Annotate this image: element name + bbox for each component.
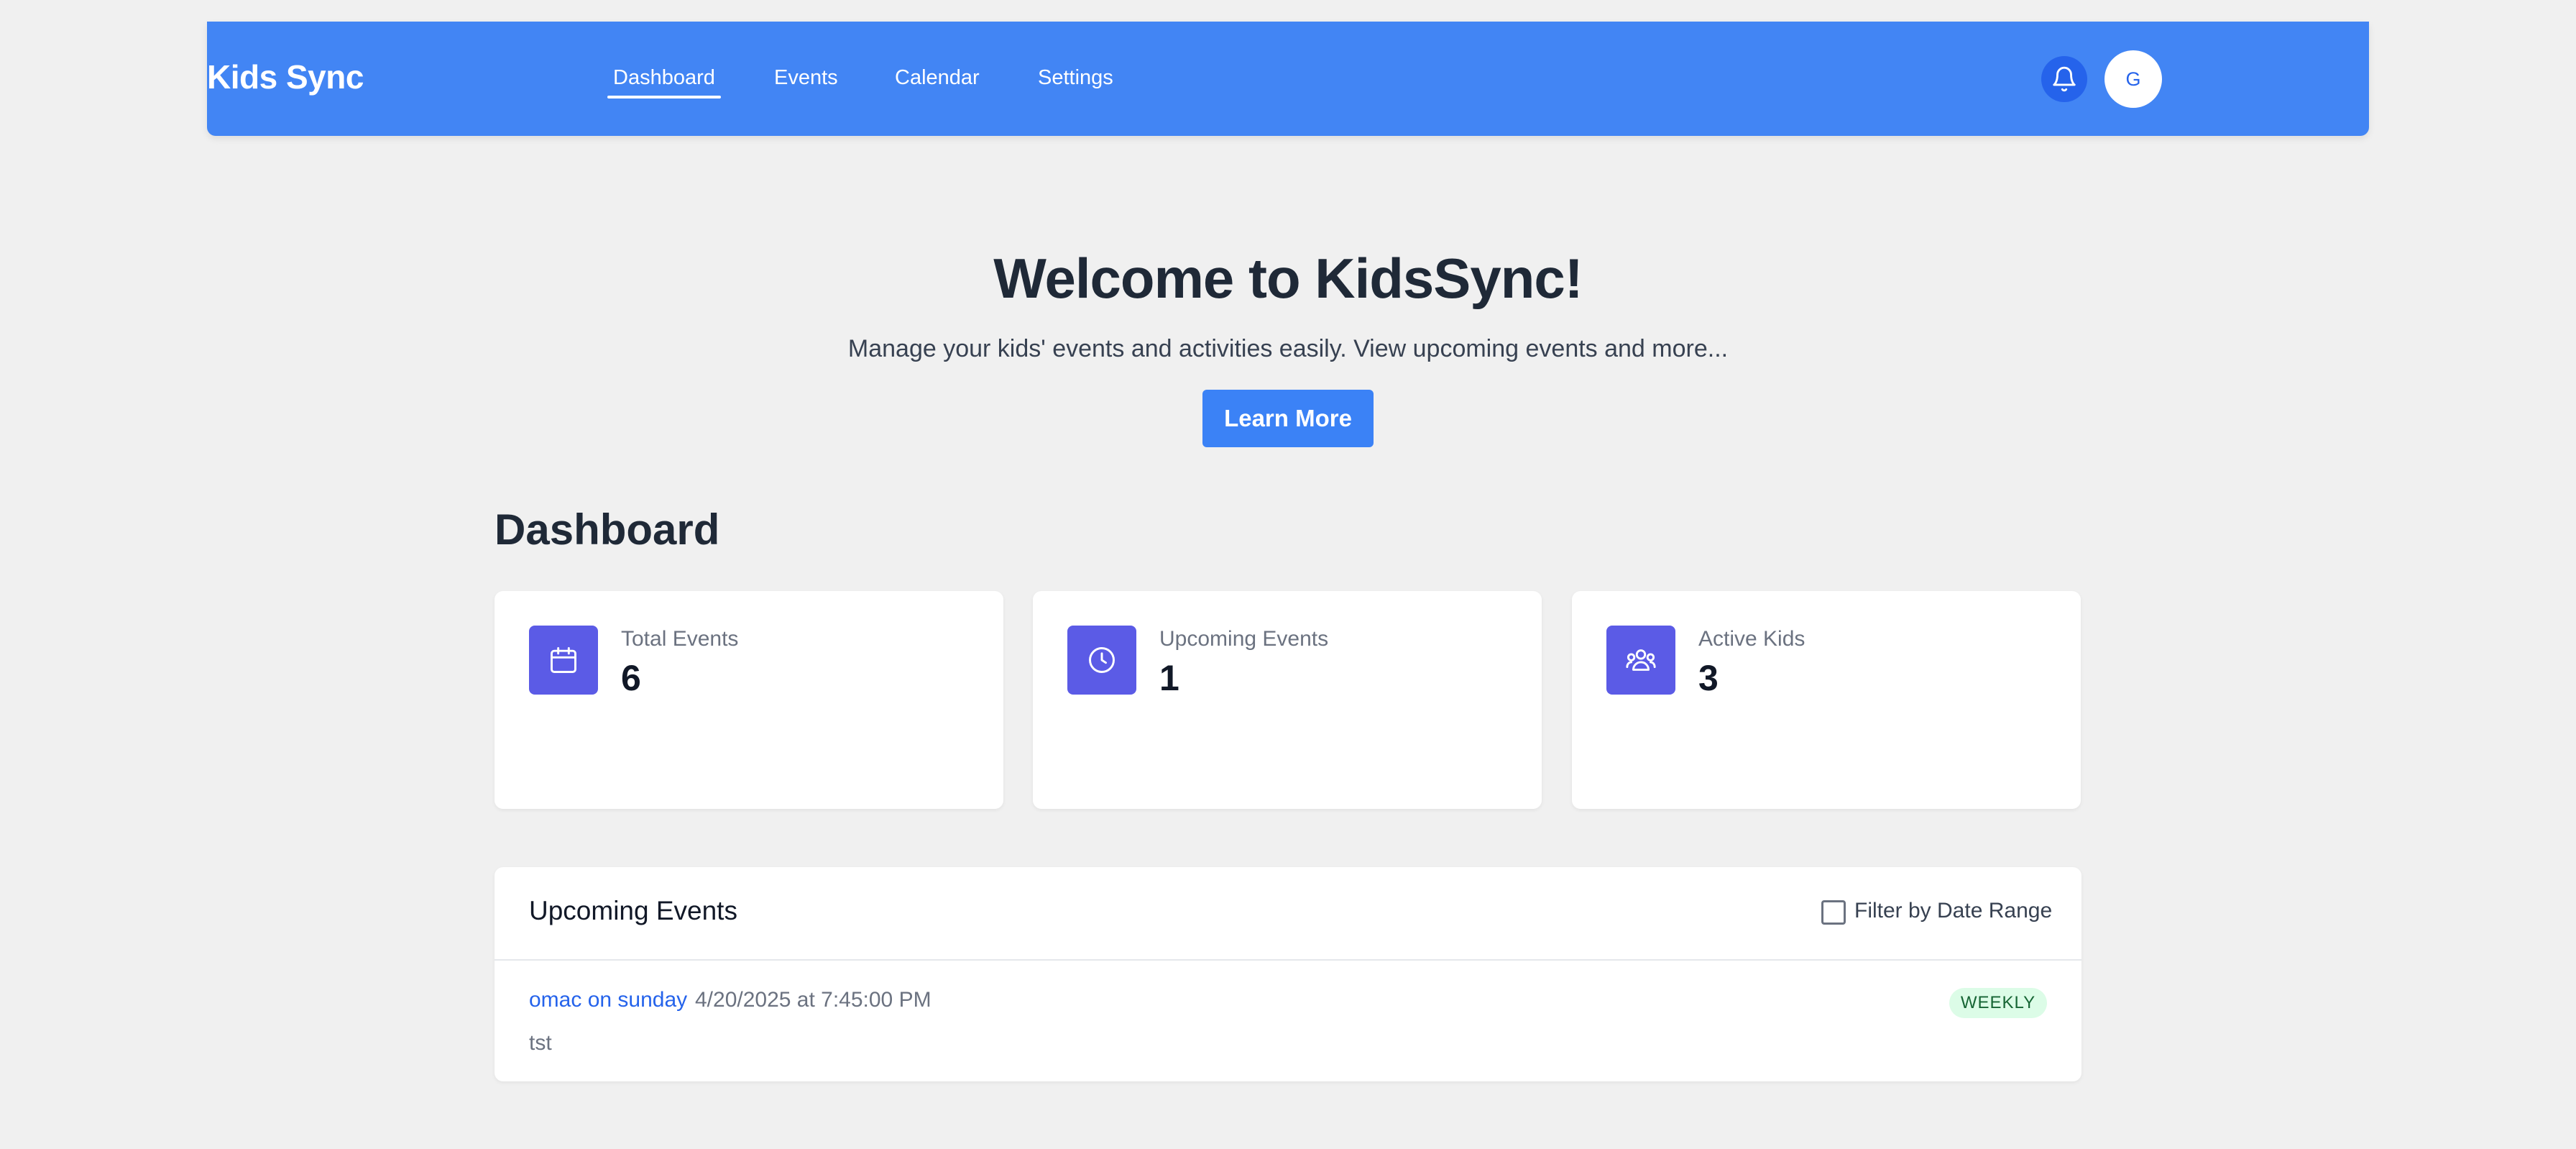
stat-card-total-events: Total Events 6 <box>494 591 1003 809</box>
stat-value: 1 <box>1159 658 1179 698</box>
stat-label: Active Kids <box>1698 627 1806 651</box>
stat-label: Upcoming Events <box>1159 627 1329 651</box>
dashboard-title: Dashboard <box>494 505 720 554</box>
stat-value: 6 <box>621 658 641 698</box>
panel-title: Upcoming Events <box>529 896 737 925</box>
user-avatar[interactable]: G <box>2104 50 2162 108</box>
nav-events[interactable]: Events <box>774 66 838 90</box>
nav-dashboard[interactable]: Dashboard <box>607 66 721 99</box>
filter-date-range-checkbox[interactable] <box>1821 900 1846 925</box>
learn-more-button[interactable]: Learn More <box>1202 390 1374 447</box>
bell-icon <box>2053 66 2076 92</box>
hero-subtitle: Manage your kids' events and activities … <box>847 335 1729 362</box>
event-datetime: 4/20/2025 at 7:45:00 PM <box>695 988 932 1012</box>
filter-date-range-label[interactable]: Filter by Date Range <box>1854 899 2052 923</box>
event-name-link[interactable]: omac on sunday <box>529 988 687 1012</box>
stat-card-upcoming-events: Upcoming Events 1 <box>1033 591 1542 809</box>
nav-settings[interactable]: Settings <box>1038 66 1113 90</box>
panel-header: Upcoming Events Filter by Date Range <box>494 867 2082 961</box>
notifications-button[interactable] <box>2041 56 2087 102</box>
event-description: tst <box>529 1031 552 1055</box>
stat-label: Total Events <box>621 627 739 651</box>
brand-logo[interactable]: Kids Sync <box>207 58 364 96</box>
hero-title: Welcome to KidsSync! <box>993 247 1583 310</box>
stat-value: 3 <box>1698 658 1719 698</box>
recurrence-badge: WEEKLY <box>1949 988 2047 1018</box>
calendar-icon <box>529 626 598 695</box>
nav-calendar[interactable]: Calendar <box>895 66 980 90</box>
clock-icon <box>1067 626 1136 695</box>
users-icon <box>1606 626 1675 695</box>
stat-card-active-kids: Active Kids 3 <box>1572 591 2081 809</box>
upcoming-events-panel: Upcoming Events Filter by Date Range oma… <box>494 867 2082 1081</box>
